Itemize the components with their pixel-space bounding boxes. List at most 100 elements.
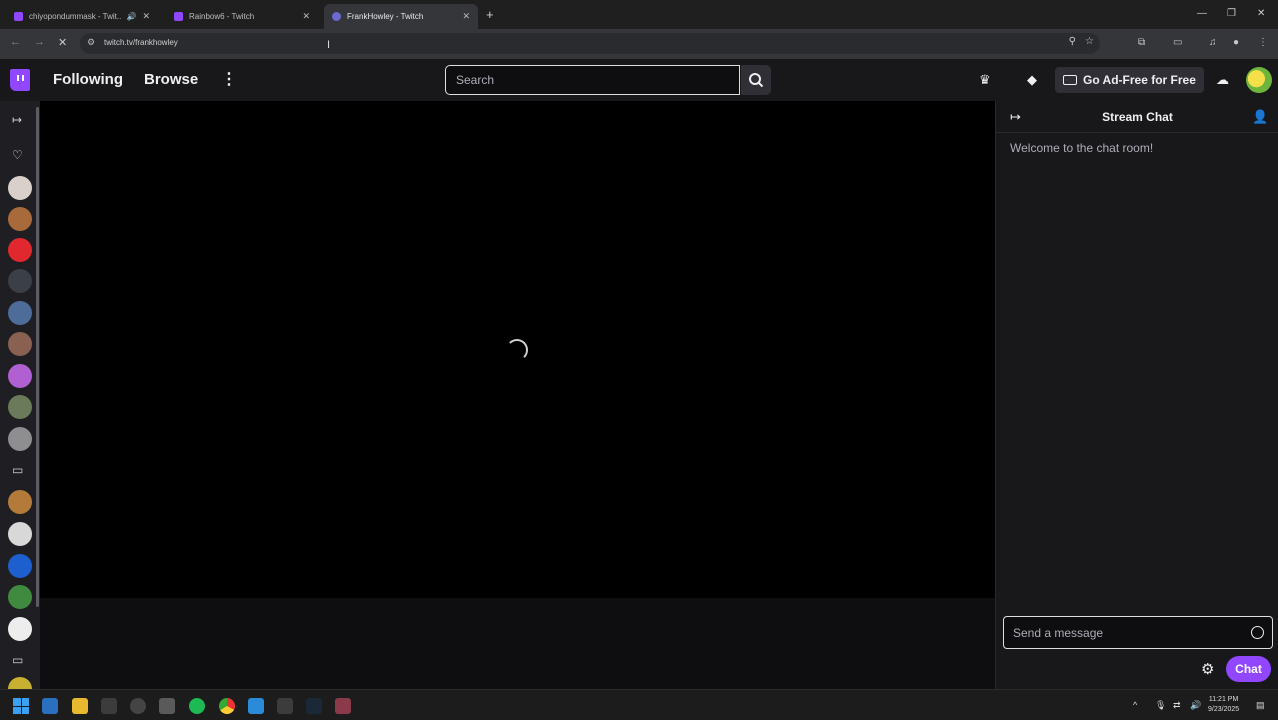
channel-avatar[interactable] (8, 364, 32, 388)
task-view-icon[interactable] (42, 698, 58, 714)
browser-tab-1[interactable]: chiyopondummask - Twit... 🔊 ✕ (6, 4, 158, 29)
chat-input-field[interactable] (1003, 616, 1273, 649)
channel-avatar[interactable] (8, 301, 32, 325)
channel-avatar[interactable] (8, 427, 32, 451)
notification-icon[interactable]: ▤ (1256, 700, 1265, 711)
file-explorer-icon[interactable] (72, 698, 88, 714)
channel-avatar[interactable] (8, 617, 32, 641)
close-tab-icon[interactable]: ✕ (142, 11, 150, 22)
site-info-icon[interactable]: ⚙ (87, 37, 95, 48)
camera-icon: ▭ (12, 463, 24, 477)
maximize-icon[interactable]: ❐ (1227, 8, 1236, 19)
text-cursor-icon: I (327, 39, 331, 51)
heart-icon: ♡ (12, 148, 23, 162)
chat-header: ↦ Stream Chat 👤 (996, 101, 1278, 133)
zoom-icon[interactable]: ⚲ (1069, 36, 1076, 47)
go-ad-free-label: Go Ad-Free for Free (1083, 73, 1196, 87)
steam-icon[interactable] (306, 698, 322, 714)
tray-chevron-icon[interactable]: ^ (1133, 700, 1137, 710)
loading-spinner-icon (506, 339, 528, 361)
profile-icon[interactable]: ● (1233, 37, 1239, 48)
emote-icon[interactable] (1251, 626, 1264, 639)
start-menu-icon[interactable] (13, 698, 29, 714)
browse-link[interactable]: Browse (144, 71, 198, 88)
channel-avatar[interactable] (8, 490, 32, 514)
chat-message-input[interactable] (1004, 617, 1234, 648)
forward-icon[interactable]: → (34, 36, 45, 48)
channel-avatar[interactable] (8, 585, 32, 609)
expand-sidebar-icon[interactable]: ↦ (12, 113, 22, 127)
url-text: twitch.tv/frankhowley (104, 38, 178, 47)
browser-tab-bar: chiyopondummask - Twit... 🔊 ✕ Rainbow6 -… (0, 0, 1278, 29)
chat-title: Stream Chat (1102, 110, 1173, 124)
browser-tab-2[interactable]: Rainbow6 - Twitch ✕ (166, 4, 318, 29)
close-window-icon[interactable]: ✕ (1257, 8, 1265, 19)
twitch-top-nav: Following Browse ⋮ ♛ ◆ Go Ad-Free for Fr… (0, 59, 1278, 101)
user-avatar[interactable] (1246, 67, 1272, 93)
chat-welcome-message: Welcome to the chat room! (1010, 141, 1154, 155)
windows-taskbar: ^ 🎙 ⇄ 🔊 11:21 PM 9/23/2025 ▤ (0, 689, 1278, 720)
search-button[interactable] (741, 65, 771, 95)
back-icon[interactable]: ← (10, 36, 21, 48)
channel-avatar[interactable] (8, 332, 32, 356)
tab-title: FrankHowley - Twitch (347, 12, 424, 21)
twitch-logo-icon[interactable] (10, 69, 30, 91)
search-input[interactable] (446, 66, 739, 94)
camera-icon: ▭ (12, 653, 24, 667)
channel-avatar[interactable] (8, 522, 32, 546)
twitch-favicon-icon (14, 12, 23, 21)
search-field[interactable] (445, 65, 740, 95)
spotify-icon[interactable] (189, 698, 205, 714)
crown-icon[interactable]: ♛ (979, 72, 991, 88)
browser-menu-icon[interactable]: ⋮ (1258, 37, 1268, 48)
channel-avatar[interactable] (8, 207, 32, 231)
clock-time: 11:21 PM (1208, 696, 1239, 703)
app-icon[interactable] (248, 698, 264, 714)
channel-avatar[interactable] (8, 554, 32, 578)
channel-avatar[interactable] (8, 269, 32, 293)
channel-avatar[interactable] (8, 238, 32, 262)
sidebar-scrollbar[interactable] (36, 107, 39, 607)
twitch-favicon-icon (174, 12, 183, 21)
volume-icon[interactable]: 🔊 (1190, 700, 1201, 711)
address-bar: ← → ✕ ⚙ twitch.tv/frankhowley ⚲ ☆ ⧉ ▭ ♫ … (0, 29, 1278, 59)
tab-title: Rainbow6 - Twitch (189, 12, 255, 21)
app-icon[interactable] (130, 698, 146, 714)
following-link[interactable]: Following (53, 71, 123, 88)
media-icon[interactable]: ♫ (1209, 37, 1217, 48)
app-icon[interactable] (277, 698, 293, 714)
system-clock[interactable]: 11:21 PM 9/23/2025 (1208, 695, 1239, 715)
network-icon[interactable]: ⇄ (1173, 700, 1181, 711)
browser-tab-3-active[interactable]: FrankHowley - Twitch ✕ (324, 4, 478, 29)
drop-icon[interactable]: ◆ (1027, 72, 1037, 88)
go-ad-free-button[interactable]: Go Ad-Free for Free (1055, 67, 1204, 93)
minimize-icon[interactable]: — (1197, 8, 1207, 19)
gear-icon[interactable]: ⚙ (1201, 660, 1214, 678)
avatar-favicon-icon (332, 12, 341, 21)
new-tab-button[interactable]: + (486, 7, 494, 22)
url-field[interactable]: ⚙ twitch.tv/frankhowley ⚲ ☆ (80, 33, 1100, 54)
extensions-icon[interactable]: ⧉ (1138, 37, 1145, 48)
more-menu-icon[interactable]: ⋮ (221, 69, 237, 89)
channel-avatar[interactable] (8, 176, 32, 200)
close-tab-icon[interactable]: ✕ (302, 11, 310, 22)
stream-chat-panel: ↦ Stream Chat 👤 Welcome to the chat room… (995, 101, 1278, 689)
chrome-icon[interactable] (219, 698, 235, 714)
channel-avatar[interactable] (8, 677, 32, 689)
app-icon[interactable] (335, 698, 351, 714)
clock-date: 9/23/2025 (1208, 706, 1240, 713)
followed-channels-sidebar: ↦ ♡ ▭ ▭ (0, 101, 40, 689)
stop-icon[interactable]: ✕ (58, 36, 67, 49)
tab-title: chiyopondummask - Twit... (29, 12, 123, 21)
chat-send-button[interactable]: Chat (1226, 656, 1271, 682)
microphone-icon[interactable]: 🎙 (1155, 700, 1166, 711)
app-icon[interactable] (159, 698, 175, 714)
bookmark-star-icon[interactable]: ☆ (1085, 36, 1094, 47)
users-icon[interactable]: 👤 (1252, 109, 1268, 125)
cast-icon[interactable]: ▭ (1173, 37, 1182, 48)
app-icon[interactable] (101, 698, 117, 714)
close-tab-icon[interactable]: ✕ (462, 11, 470, 22)
channel-avatar[interactable] (8, 395, 32, 419)
speaker-icon[interactable]: 🔊 (126, 12, 136, 21)
cloud-icon[interactable]: ☁ (1216, 72, 1229, 88)
